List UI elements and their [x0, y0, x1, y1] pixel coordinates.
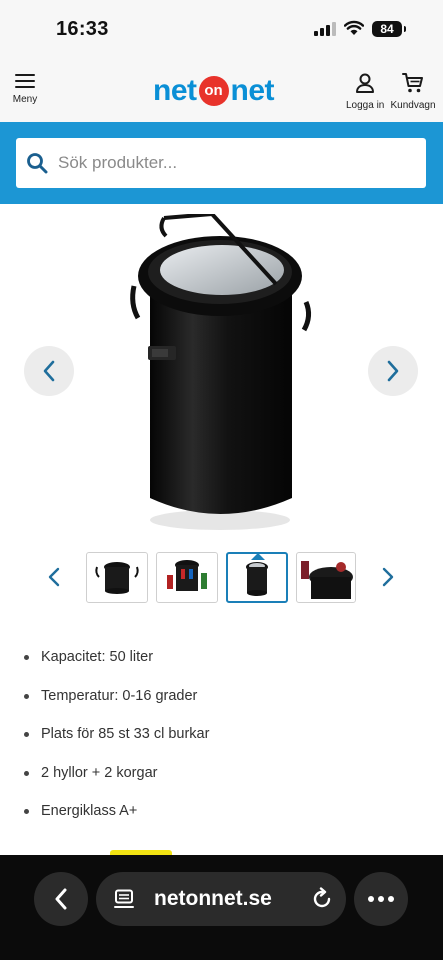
thumbnail-4[interactable]	[296, 552, 356, 603]
status-bar: 16:33 84	[0, 0, 443, 60]
thumbnail-2[interactable]	[156, 552, 218, 603]
logo-on-badge: on	[198, 76, 229, 106]
thumbnail-image	[301, 561, 353, 599]
spec-item-shelves: 2 hyllor + 2 korgar	[22, 756, 422, 795]
product-image[interactable]	[124, 214, 316, 532]
chevron-left-icon	[55, 888, 67, 910]
chevron-right-icon	[387, 360, 399, 382]
search-icon	[27, 153, 48, 174]
search-band	[0, 122, 443, 204]
hamburger-icon	[15, 74, 35, 88]
spec-item-energy-class: Energiklass A+	[22, 794, 422, 833]
browser-more-button[interactable]	[354, 872, 408, 926]
carousel-prev-button[interactable]	[24, 346, 74, 396]
browser-back-button[interactable]	[34, 872, 88, 926]
menu-label: Meny	[12, 94, 38, 105]
chevron-left-icon	[43, 360, 55, 382]
cart-button[interactable]: Kundvagn	[390, 72, 436, 111]
browser-url-text: netonnet.se	[154, 887, 272, 910]
carousel-next-button[interactable]	[368, 346, 418, 396]
product-specs-list: Kapacitet: 50 liter Temperatur: 0-16 gra…	[22, 640, 422, 833]
thumbnail-strip	[0, 548, 443, 608]
product-image-carousel	[0, 204, 443, 534]
thumbnail-1[interactable]	[86, 552, 148, 603]
logo-text-right: net	[230, 74, 275, 107]
thumbnail-next-button[interactable]	[376, 564, 400, 590]
page-icon	[114, 889, 134, 908]
netonnet-logo[interactable]: net on net	[153, 74, 274, 108]
chevron-left-icon	[48, 567, 60, 587]
search-box[interactable]	[16, 138, 426, 188]
cart-label: Kundvagn	[390, 100, 436, 111]
browser-url-bar[interactable]: netonnet.se	[96, 872, 346, 926]
reload-icon[interactable]	[310, 887, 334, 911]
active-indicator	[251, 554, 265, 560]
cellular-signal-icon	[314, 22, 336, 36]
status-time: 16:33	[56, 18, 109, 40]
thumbnail-image	[167, 560, 207, 591]
site-header: Meny net on net Logga in Kundvagn	[0, 60, 443, 122]
wifi-icon	[344, 20, 364, 35]
search-input[interactable]	[56, 138, 416, 188]
more-dots-icon	[368, 896, 394, 902]
login-label: Logga in	[346, 100, 385, 111]
user-icon	[356, 73, 374, 93]
menu-button[interactable]: Meny	[8, 74, 42, 105]
browser-toolbar: netonnet.se	[0, 855, 443, 960]
thumbnail-3-active[interactable]	[226, 552, 288, 603]
spec-item-temperature: Temperatur: 0-16 grader	[22, 679, 422, 718]
logo-text-left: net	[153, 74, 197, 107]
thumbnail-image	[95, 562, 139, 594]
thumbnail-image	[246, 562, 268, 596]
spec-item-can-capacity: Plats för 85 st 33 cl burkar	[22, 717, 422, 756]
spec-item-capacity: Kapacitet: 50 liter	[22, 640, 422, 679]
login-button[interactable]: Logga in	[346, 72, 384, 111]
thumbnail-prev-button[interactable]	[42, 564, 66, 590]
battery-indicator: 84	[372, 21, 406, 37]
shopping-cart-icon	[402, 73, 423, 93]
chevron-right-icon	[382, 567, 394, 587]
